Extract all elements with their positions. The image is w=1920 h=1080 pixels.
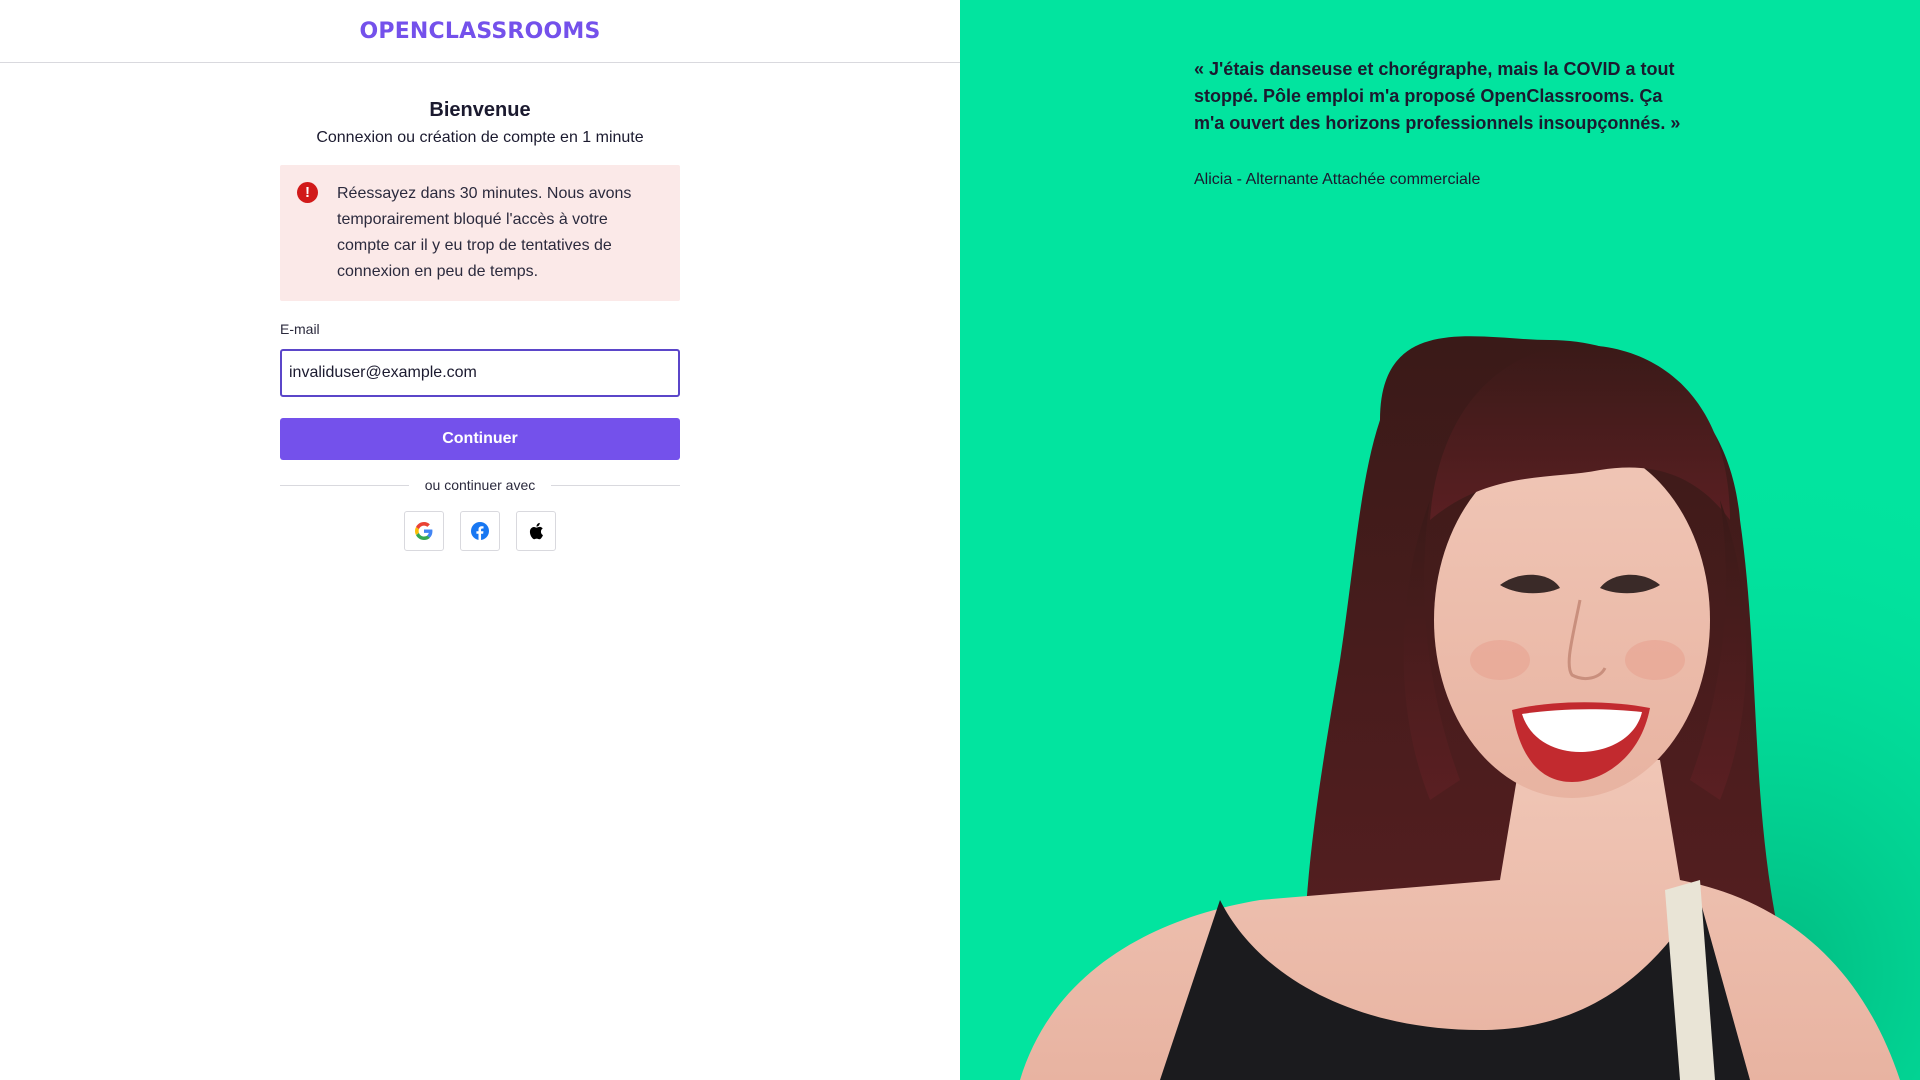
- testimonial-author: Alicia - Alternante Attachée commerciale: [1194, 171, 1481, 188]
- social-login-buttons: [280, 511, 680, 551]
- login-panel: OPENCLASSROOMS Bienvenue Connexion ou cr…: [0, 0, 960, 1080]
- login-form: Bienvenue Connexion ou création de compt…: [280, 63, 680, 551]
- divider-line: [280, 484, 409, 486]
- apple-login-button[interactable]: [516, 511, 556, 551]
- email-field[interactable]: [280, 349, 680, 397]
- login-page: OPENCLASSROOMS Bienvenue Connexion ou cr…: [0, 0, 1920, 1080]
- testimonial-panel: « J'étais danseuse et chorégraphe, mais …: [960, 0, 1920, 1080]
- google-icon: [415, 522, 433, 540]
- page-title: Bienvenue: [429, 99, 531, 121]
- testimonial-quote: « J'étais danseuse et chorégraphe, mais …: [1194, 59, 1681, 133]
- testimonial-portrait: [960, 0, 1920, 1080]
- google-login-button[interactable]: [404, 511, 444, 551]
- facebook-login-button[interactable]: [460, 511, 500, 551]
- facebook-icon: [471, 522, 489, 540]
- page-subtitle: Connexion ou création de compte en 1 min…: [316, 129, 644, 146]
- social-divider: ou continuer avec: [280, 477, 680, 493]
- error-icon: !: [297, 182, 318, 203]
- error-message: Réessayez dans 30 minutes. Nous avons te…: [337, 185, 632, 280]
- error-alert: ! Réessayez dans 30 minutes. Nous avons …: [280, 165, 680, 301]
- apple-icon: [529, 522, 543, 540]
- continue-button[interactable]: Continuer: [280, 418, 680, 460]
- top-bar: OPENCLASSROOMS: [0, 0, 960, 63]
- email-label: E-mail: [280, 321, 320, 337]
- divider-line: [551, 484, 680, 486]
- openclassrooms-logo[interactable]: OPENCLASSROOMS: [359, 19, 600, 44]
- divider-text: ou continuer avec: [424, 477, 536, 493]
